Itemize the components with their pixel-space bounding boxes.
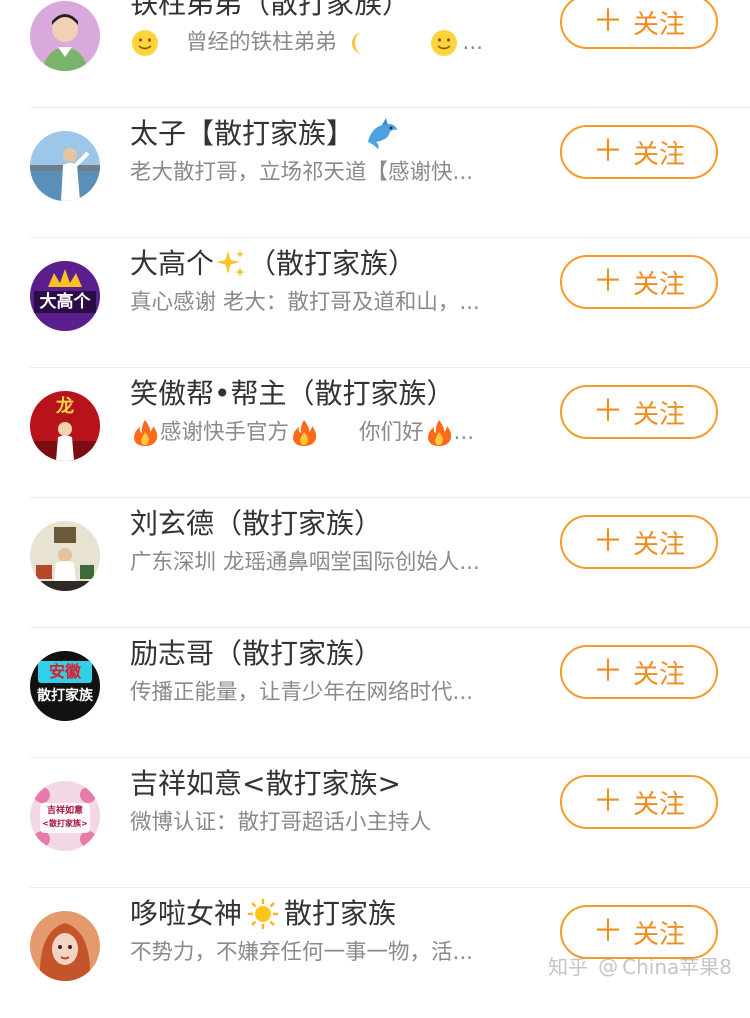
plus-icon: ＋: [592, 524, 623, 559]
follow-label: 关注: [632, 139, 685, 170]
user-name-part: （散打家族）: [248, 247, 417, 280]
follow-button[interactable]: ＋ 关注: [560, 385, 718, 439]
follow-button[interactable]: ＋ 关注: [560, 645, 718, 699]
user-row[interactable]: 太子【散打家族】 老大散打哥，立场祁天道【感谢快... ＋ 关注: [0, 108, 750, 238]
sun-emoji-icon: [246, 897, 280, 931]
avatar[interactable]: 大高个: [30, 261, 100, 331]
plus-icon: ＋: [592, 264, 623, 299]
user-description: 感谢快手官方 你们好 ...: [130, 413, 540, 453]
avatar[interactable]: 龙: [30, 391, 100, 461]
user-name[interactable]: 吉祥如意<散打家族>: [130, 762, 401, 806]
follow-label: 关注: [632, 789, 685, 820]
watermark-user: China苹果8: [622, 955, 732, 979]
smile-emoji-icon: [429, 28, 459, 58]
description-text: 感谢快手官方: [160, 420, 290, 445]
user-description: 不势力，不嫌弃任何一事一物，活...: [130, 940, 474, 965]
avatar-text-bottom: <散打家族>: [42, 819, 88, 828]
user-description: 曾经的铁柱弟弟 ...: [130, 23, 540, 63]
fire-emoji-icon: [289, 418, 319, 448]
user-row[interactable]: 龙 笑傲帮•帮主（散打家族） 感谢快手官方 你们好 ... ＋ 关注: [0, 368, 750, 498]
sparkles-emoji-icon: [214, 247, 248, 281]
avatar-text: 龙: [56, 396, 74, 417]
follow-label: 关注: [632, 399, 685, 430]
woman-avatar-icon: [30, 911, 100, 981]
user-description: 传播正能量，让青少年在网络时代...: [130, 680, 474, 705]
avatar[interactable]: 安徽 散打家族: [30, 651, 100, 721]
follow-label: 关注: [632, 919, 685, 950]
user-name[interactable]: 大高个 （散打家族）: [130, 242, 416, 286]
office-avatar-icon: [30, 521, 100, 591]
avatar[interactable]: [30, 521, 100, 591]
plus-icon: ＋: [592, 914, 623, 949]
watermark-site: 知乎: [548, 955, 589, 979]
avatar-text: 大高个: [39, 292, 91, 312]
user-row[interactable]: 大高个 大高个 （散打家族） 真心感谢 老大：散打哥及道和山，... ＋ 关注: [0, 238, 750, 368]
follow-label: 关注: [632, 9, 685, 40]
smile-emoji-icon: [130, 28, 160, 58]
user-description: 广东深圳 龙瑶通鼻咽堂国际创始人...: [130, 550, 480, 575]
user-name[interactable]: 哆啦女神 散打家族: [130, 892, 396, 936]
user-name-part: 大高个: [130, 247, 215, 280]
avatar[interactable]: [30, 131, 100, 201]
plus-icon: ＋: [592, 134, 623, 169]
follow-button[interactable]: ＋ 关注: [560, 775, 718, 829]
plus-icon: ＋: [592, 654, 623, 689]
plus-icon: ＋: [592, 394, 623, 429]
seaside-man-avatar-icon: [30, 131, 100, 201]
follow-label: 关注: [632, 529, 685, 560]
user-name[interactable]: 笑傲帮•帮主（散打家族）: [130, 372, 455, 416]
avatar[interactable]: 吉祥如意 <散打家族>: [30, 781, 100, 851]
user-description: 真心感谢 老大：散打哥及道和山，...: [130, 290, 480, 315]
plus-icon: ＋: [592, 4, 623, 39]
user-name-part: 散打家族: [284, 897, 397, 930]
fire-emoji-icon: [424, 418, 454, 448]
avatar-text-top: 安徽: [48, 662, 81, 681]
user-description: 老大散打哥，立场祁天道【感谢快...: [130, 160, 474, 185]
user-row[interactable]: 铁柱弟弟（散打家族） 曾经的铁柱弟弟 ... ＋ 关注: [0, 0, 750, 108]
user-list: 铁柱弟弟（散打家族） 曾经的铁柱弟弟 ... ＋ 关注 太子【散打家族】 老大散…: [0, 0, 750, 998]
follow-label: 关注: [632, 269, 685, 300]
watermark-at: @: [598, 953, 619, 978]
user-row[interactable]: 安徽 散打家族 励志哥（散打家族） 传播正能量，让青少年在网络时代... ＋ 关…: [0, 628, 750, 758]
man-avatar-icon: [30, 1, 100, 71]
avatar-text-top: 吉祥如意: [46, 806, 83, 816]
user-row[interactable]: 刘玄德（散打家族） 广东深圳 龙瑶通鼻咽堂国际创始人... ＋ 关注: [0, 498, 750, 628]
user-row[interactable]: 吉祥如意 <散打家族> 吉祥如意<散打家族> 微博认证：散打哥超话小主持人 ＋ …: [0, 758, 750, 888]
user-name-part: 哆啦女神: [130, 897, 243, 930]
description-text: 曾经的铁柱弟弟: [186, 30, 337, 55]
user-name[interactable]: 太子【散打家族】: [130, 112, 400, 156]
follow-label: 关注: [632, 659, 685, 690]
user-name[interactable]: 刘玄德（散打家族）: [130, 502, 382, 546]
follow-button[interactable]: ＋ 关注: [560, 125, 718, 179]
follow-button[interactable]: ＋ 关注: [560, 255, 718, 309]
watermark: 知乎 @ China苹果8: [548, 951, 732, 980]
fire-emoji-icon: [130, 418, 160, 448]
avatar[interactable]: [30, 1, 100, 71]
avatar[interactable]: [30, 911, 100, 981]
avatar-text-bottom: 散打家族: [37, 688, 93, 704]
user-description: 微博认证：散打哥超话小主持人: [130, 810, 432, 835]
description-text: 你们好: [359, 420, 424, 445]
dolphin-emoji-icon: [364, 116, 400, 152]
ellipsis-text: ...: [453, 420, 475, 445]
follow-button[interactable]: ＋ 关注: [560, 515, 718, 569]
follow-button[interactable]: ＋ 关注: [560, 0, 718, 49]
plus-icon: ＋: [592, 784, 623, 819]
user-name-text: 太子【散打家族】: [130, 117, 355, 150]
user-name[interactable]: 励志哥（散打家族）: [130, 632, 382, 676]
ellipsis-text: ...: [462, 30, 484, 55]
moon-emoji-icon: [345, 28, 375, 58]
